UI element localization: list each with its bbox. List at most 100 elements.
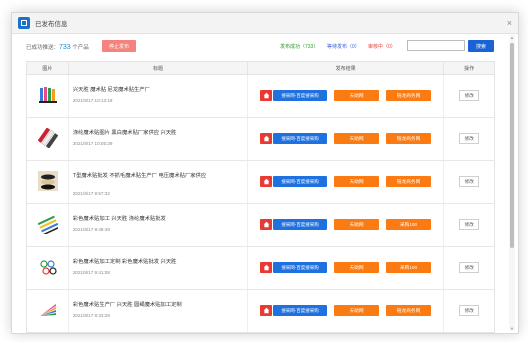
image-cell: [27, 247, 69, 289]
table-row: 彩色魔术贴加工 兴天胜 涤纶魔术贴批发 2021/8/17 9:49:49 搜采…: [27, 204, 494, 247]
platform-button-primary[interactable]: 搜采网-百度搜采购: [273, 176, 328, 187]
home-icon: [263, 135, 269, 142]
home-icon: [263, 264, 269, 271]
home-site-button[interactable]: [260, 176, 273, 187]
platform-button-primary[interactable]: 搜采网-百度搜采购: [273, 90, 328, 101]
title-cell: 彩色魔术贴生产厂 兴天胜 圆绳魔术贴加工定制 2021/8/17 9:33:28: [69, 290, 249, 332]
scroll-up-icon[interactable]: ▲: [509, 35, 515, 40]
action-cell: 修改: [444, 118, 494, 160]
platform-button-secondary[interactable]: 天助网: [334, 219, 380, 230]
vertical-scrollbar[interactable]: ▲ ▼: [509, 35, 515, 331]
action-cell: 修改: [444, 75, 494, 117]
product-title[interactable]: 彩色魔术贴生产厂 兴天胜 圆绳魔术贴加工定制: [73, 301, 243, 309]
image-cell: [27, 75, 69, 117]
edit-button[interactable]: 修改: [459, 262, 480, 273]
home-site-button[interactable]: [260, 305, 273, 316]
home-icon: [263, 221, 269, 228]
platform-button-primary[interactable]: 搜采网-百度搜采购: [273, 262, 328, 273]
action-cell: 修改: [444, 161, 494, 203]
home-icon: [263, 92, 269, 99]
header-image: 图片: [27, 62, 69, 74]
published-table: 图片 标题 发布结果 操作 兴天胜 魔术贴 尼龙魔术贴生产厂 2021/8/17…: [26, 61, 495, 333]
table-header: 图片 标题 发布结果 操作: [27, 62, 494, 75]
home-icon: [263, 178, 269, 185]
pushed-count: 733: [59, 44, 71, 51]
image-cell: [27, 204, 69, 246]
success-status-link[interactable]: 发布成功（733）: [280, 43, 318, 50]
waiting-status-link[interactable]: 等待发布（0）: [327, 43, 360, 50]
platform-button-secondary[interactable]: 天助网: [334, 305, 380, 316]
platform-button-tertiary[interactable]: 采购100: [386, 262, 432, 273]
edit-button[interactable]: 修改: [459, 219, 480, 230]
review-status-link[interactable]: 审核中（0）: [368, 43, 396, 50]
platform-button-tertiary[interactable]: 链龙商务网: [386, 176, 432, 187]
title-cell: 彩色魔术贴加工定制 彩色魔术贴批发 兴天胜 2021/8/17 9:41:08: [69, 247, 249, 289]
scroll-down-icon[interactable]: ▼: [509, 326, 515, 331]
platform-button-primary[interactable]: 搜采网-百度搜采购: [273, 133, 328, 144]
title-cell: 兴天胜 魔术贴 尼龙魔术贴生产厂 2021/8/17 10:13:19: [69, 75, 249, 117]
published-info-window: 已发布信息 × 已成功推送：733 个产品 停止发布 发布成功（733） 等待发…: [11, 12, 519, 334]
platform-button-tertiary[interactable]: 采购100: [386, 219, 432, 230]
product-thumbnail[interactable]: [38, 257, 58, 277]
table-body: 兴天胜 魔术贴 尼龙魔术贴生产厂 2021/8/17 10:13:19 搜采网-…: [27, 75, 494, 332]
action-cell: 修改: [444, 290, 494, 332]
publish-time: 2021/8/17 9:49:49: [72, 227, 110, 232]
platform-button-secondary[interactable]: 天助网: [334, 133, 380, 144]
pushed-suffix: 个产品: [70, 45, 89, 51]
publish-time: 2021/8/17 9:33:28: [72, 313, 110, 318]
image-cell: [27, 118, 69, 160]
home-site-button[interactable]: [260, 90, 273, 101]
edit-button[interactable]: 修改: [459, 90, 480, 101]
platform-button-secondary[interactable]: 天助网: [334, 176, 380, 187]
title-cell: 涤纶魔术贴图片 黑白魔术贴厂家供应 兴天胜 2021/8/17 10:05:29: [69, 118, 249, 160]
app-icon: [18, 17, 30, 29]
result-cell: 搜采网-百度搜采购 天助网 采购100: [248, 204, 445, 246]
product-title[interactable]: 涤纶魔术贴图片 黑白魔术贴厂家供应 兴天胜: [73, 129, 243, 137]
edit-button[interactable]: 修改: [459, 133, 480, 144]
close-icon[interactable]: ×: [507, 18, 512, 28]
header-result: 发布结果: [248, 62, 445, 74]
product-thumbnail[interactable]: [38, 171, 58, 191]
product-thumbnail[interactable]: [38, 214, 58, 234]
product-title[interactable]: 兴天胜 魔术贴 尼龙魔术贴生产厂: [73, 86, 243, 94]
platform-button-tertiary[interactable]: 链龙商务网: [386, 305, 432, 316]
product-thumbnail[interactable]: [38, 85, 58, 105]
platform-button-tertiary[interactable]: 链龙商务网: [386, 90, 432, 101]
result-cell: 搜采网-百度搜采购 天助网 链龙商务网: [248, 118, 445, 160]
edit-button[interactable]: 修改: [459, 176, 480, 187]
title-cell: T型魔术贴批发 不抓毛魔术贴生产厂 电压魔术贴厂家供应 2021/8/17 9:…: [69, 161, 249, 203]
platform-button-tertiary[interactable]: 链龙商务网: [386, 133, 432, 144]
toolbar: 已成功推送：733 个产品 停止发布 发布成功（733） 等待发布（0） 审核中…: [12, 34, 508, 62]
platform-button-primary[interactable]: 搜采网-百度搜采购: [273, 305, 328, 316]
result-cell: 搜采网-百度搜采购 天助网 链龙商务网: [248, 290, 445, 332]
search-button[interactable]: 搜索: [468, 40, 494, 52]
title-cell: 彩色魔术贴加工 兴天胜 涤纶魔术贴批发 2021/8/17 9:49:49: [69, 204, 249, 246]
product-title[interactable]: 彩色魔术贴加工 兴天胜 涤纶魔术贴批发: [73, 215, 243, 223]
edit-button[interactable]: 修改: [459, 305, 480, 316]
platform-button-secondary[interactable]: 天助网: [334, 262, 380, 273]
header-action: 操作: [464, 65, 475, 72]
product-title[interactable]: T型魔术贴批发 不抓毛魔术贴生产厂 电压魔术贴厂家供应: [73, 172, 243, 180]
pushed-summary: 已成功推送：733 个产品: [26, 43, 89, 51]
table-row: 涤纶魔术贴图片 黑白魔术贴厂家供应 兴天胜 2021/8/17 10:05:29…: [27, 118, 494, 161]
header-title: 标题: [69, 62, 249, 74]
home-site-button[interactable]: [260, 262, 273, 273]
search-input[interactable]: [407, 40, 465, 51]
publish-time: 2021/8/17 9:57:32: [72, 191, 110, 196]
product-thumbnail[interactable]: [38, 300, 58, 320]
pushed-prefix: 已成功推送：: [26, 45, 60, 51]
result-cell: 搜采网-百度搜采购 天助网 链龙商务网: [248, 75, 445, 117]
table-row: 兴天胜 魔术贴 尼龙魔术贴生产厂 2021/8/17 10:13:19 搜采网-…: [27, 75, 494, 118]
table-row: 彩色魔术贴加工定制 彩色魔术贴批发 兴天胜 2021/8/17 9:41:08 …: [27, 247, 494, 290]
scrollbar-thumb[interactable]: [510, 43, 514, 248]
result-cell: 搜采网-百度搜采购 天助网 采购100: [248, 247, 445, 289]
product-title[interactable]: 彩色魔术贴加工定制 彩色魔术贴批发 兴天胜: [73, 258, 243, 266]
image-cell: [27, 161, 69, 203]
home-site-button[interactable]: [260, 133, 273, 144]
home-site-button[interactable]: [260, 219, 273, 230]
image-cell: [27, 290, 69, 332]
stop-publish-button[interactable]: 停止发布: [102, 40, 136, 52]
product-thumbnail[interactable]: [38, 128, 58, 148]
platform-button-primary[interactable]: 搜采网-百度搜采购: [273, 219, 328, 230]
platform-button-secondary[interactable]: 天助网: [334, 90, 380, 101]
